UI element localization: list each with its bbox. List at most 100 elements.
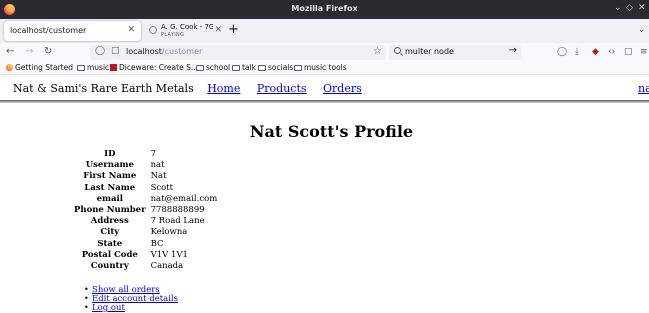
table-row: State BC <box>74 239 217 250</box>
log-out-link[interactable]: Log out <box>92 303 125 313</box>
maximize-icon[interactable]: ◇ <box>626 3 633 13</box>
folder-icon <box>258 65 266 71</box>
field-value: nat <box>150 160 165 171</box>
bookmarks-toolbar: Getting Started music Diceware: Create S… <box>0 62 649 75</box>
list-item: Edit account details <box>84 294 178 304</box>
field-value: 7 Road Lane <box>150 216 205 227</box>
share-icon[interactable]: □ <box>624 47 633 57</box>
page-info-icon[interactable]: □ <box>111 46 120 56</box>
nav-link-orders[interactable]: Orders <box>323 82 362 95</box>
account-actions-list: Show all orders Edit account details Log… <box>84 285 178 313</box>
field-label: First Name <box>83 171 137 182</box>
list-item: Log out <box>84 303 178 313</box>
nav-link-home[interactable]: Home <box>207 82 240 95</box>
table-row: Phone Number 7788888899 <box>74 205 217 216</box>
table-row: City Kelowna <box>74 227 217 238</box>
list-item: Show all orders <box>84 285 178 295</box>
field-value: 7 <box>150 149 156 160</box>
bookmark-star-icon[interactable]: ☆ <box>373 46 382 57</box>
window-titlebar: Mozilla Firefox ⌄ ◇ ✕ <box>0 0 649 19</box>
list-all-tabs-icon[interactable]: ⌄ <box>638 25 645 34</box>
minimize-icon[interactable]: ⌄ <box>614 3 622 13</box>
table-row: Address 7 Road Lane <box>74 216 217 227</box>
site-navigation: Nat & Sami's Rare Earth Metals Home Prod… <box>13 82 375 95</box>
field-label: Address <box>90 216 129 227</box>
url-path: /customer <box>161 47 203 56</box>
page-title: Nat Scott's Profile <box>249 122 414 141</box>
forward-arrow-icon[interactable]: → <box>25 46 33 58</box>
field-value: Nat <box>150 171 167 182</box>
table-row: Username nat <box>74 160 217 171</box>
search-bar[interactable]: multer node → <box>389 45 521 60</box>
bookmark-getting-started[interactable]: Getting Started <box>6 63 73 72</box>
search-go-arrow-icon[interactable]: → <box>509 45 517 56</box>
bookmark-folder-school[interactable]: school <box>196 63 230 72</box>
folder-icon <box>232 65 240 71</box>
field-value: 7788888899 <box>150 205 205 216</box>
folder-icon <box>196 65 204 71</box>
window-title: Mozilla Firefox <box>291 4 358 13</box>
shield-icon[interactable]: ◯ <box>95 46 105 56</box>
menu-icon[interactable]: ≡ <box>640 47 648 57</box>
url-host: localhost <box>126 47 162 56</box>
table-row: ID 7 <box>74 149 217 160</box>
field-label: email <box>96 193 123 204</box>
page-content: Nat & Sami's Rare Earth Metals Home Prod… <box>0 76 649 313</box>
field-value: BC <box>150 238 164 249</box>
field-label: Last Name <box>84 182 136 193</box>
diceware-favicon-icon <box>110 64 117 71</box>
field-value: V1V 1V1 <box>150 249 188 260</box>
url-text[interactable]: localhost/customer <box>126 47 202 56</box>
field-value: Canada <box>150 260 184 271</box>
downloads-icon[interactable]: ⤓ <box>575 47 579 57</box>
table-row: First Name Nat <box>74 171 217 182</box>
firefox-favicon-icon <box>6 64 13 71</box>
nav-link-user[interactable]: nat <box>638 82 649 95</box>
bookmark-diceware[interactable]: Diceware: Create S... <box>110 63 198 72</box>
table-row: email nat@email.com <box>74 193 218 205</box>
site-brand: Nat & Sami's Rare Earth Metals <box>13 82 194 95</box>
field-value: Scott <box>150 182 174 193</box>
url-bar[interactable]: ◯ □ localhost/customer ☆ <box>90 45 386 60</box>
tab-label: localhost/customer <box>10 26 87 35</box>
new-tab-button[interactable]: + <box>228 22 239 37</box>
extension-code-icon[interactable]: ‹› <box>608 47 615 57</box>
field-label: Phone Number <box>74 205 146 216</box>
ublock-shield-icon[interactable]: ◆ <box>592 47 599 57</box>
pocket-icon[interactable]: ◯ <box>557 47 567 57</box>
folder-icon <box>294 65 302 71</box>
reload-icon[interactable]: ↻ <box>44 46 52 58</box>
tab-localhost-customer[interactable]: localhost/customer ✕ <box>4 21 141 41</box>
back-arrow-icon[interactable]: ← <box>6 46 14 58</box>
media-playing-icon <box>149 26 157 34</box>
bookmark-folder-talk[interactable]: talk <box>232 63 256 72</box>
navigation-toolbar: ← → ↻ ◯ □ localhost/customer ☆ multer no… <box>0 43 649 62</box>
field-label: City <box>100 227 120 238</box>
field-label: Username <box>85 160 134 171</box>
tab-strip: localhost/customer ✕ A. G. Cook - 7G (Fu… <box>0 19 649 43</box>
tab-media-playing[interactable]: A. G. Cook - 7G (Full Alb PLAYING ✕ <box>145 21 225 41</box>
table-row: Postal Code V1V 1V1 <box>74 250 217 261</box>
field-label: ID <box>104 149 116 160</box>
field-label: Postal Code <box>81 249 138 260</box>
field-value: nat@email.com <box>150 193 218 204</box>
folder-icon <box>77 65 85 71</box>
search-icon <box>394 47 401 54</box>
profile-details-table: ID 7 Username nat First Name Nat Last Name Scot… <box>74 149 217 272</box>
tab-media-status: PLAYING <box>161 32 185 38</box>
bookmark-folder-music[interactable]: music <box>77 63 109 72</box>
close-tab-icon[interactable]: ✕ <box>127 25 135 35</box>
field-value: Kelowna <box>150 227 188 238</box>
field-label: Country <box>90 260 129 271</box>
field-label: State <box>97 238 123 249</box>
nav-link-products[interactable]: Products <box>257 82 307 95</box>
bookmark-folder-music-tools[interactable]: music tools <box>294 63 347 72</box>
tab-label: A. G. Cook - 7G (Full Alb <box>161 23 213 31</box>
table-row: Country Canada <box>74 261 217 272</box>
search-input[interactable]: multer node <box>405 47 454 56</box>
header-divider <box>0 100 649 103</box>
bookmark-folder-socials[interactable]: socials <box>258 63 293 72</box>
table-row: Last Name Scott <box>74 183 217 194</box>
close-window-icon[interactable]: ✕ <box>638 3 646 13</box>
close-tab-icon[interactable]: ✕ <box>214 25 222 35</box>
